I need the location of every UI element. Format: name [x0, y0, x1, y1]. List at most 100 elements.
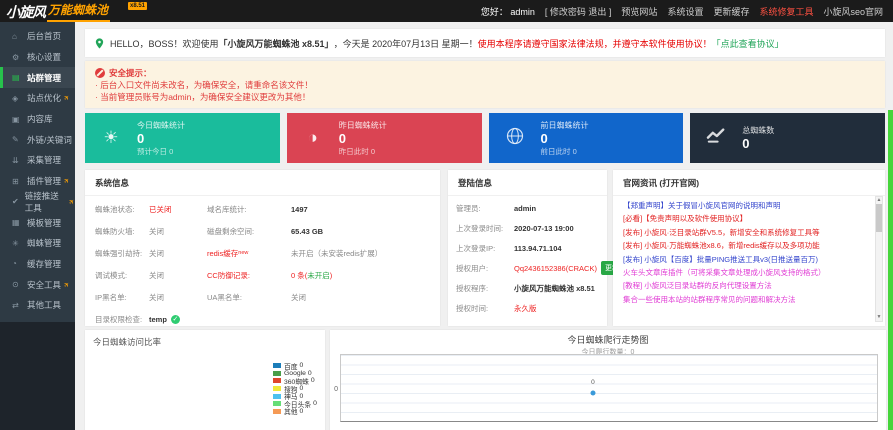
license-user: Qq2436152386(CRACK)	[514, 263, 597, 273]
keywords-icon: ✎	[12, 135, 19, 145]
trend-chart-title: 今日蜘蛛爬行走势图	[567, 335, 649, 345]
news-link[interactable]: [必看]【免责声明以及软件使用协议】	[623, 212, 871, 225]
sidebar-item-security-tools[interactable]: ⊙ 安全工具 ✈	[0, 274, 75, 295]
scrollbar-thumb[interactable]	[876, 204, 882, 232]
preview-site-link[interactable]: 预览网站	[621, 5, 657, 18]
check-icon: ✓	[170, 314, 180, 324]
sidebar-item-site-group[interactable]: ▤ 站群管理	[0, 67, 75, 89]
sidebar-item-spiders[interactable]: ✳ 蜘蛛管理	[0, 233, 75, 254]
topbar: 小旋风 万能蜘蛛池 x8.51 您好： admin [ 修改密码 退出 ] 预览…	[0, 0, 893, 22]
sidebar-item-templates[interactable]: ▦ 模板管理	[0, 212, 75, 233]
sys-label: 蜘蛛强引劫持:	[95, 248, 143, 258]
spider-icon: ✳	[12, 238, 19, 248]
system-repair-tool-link[interactable]: 系统修复工具	[759, 5, 813, 18]
stat-card-body: 前日蜘蛛统计 0 前日此时 0	[541, 120, 589, 157]
security-line: · 当前管理员账号为admin，为确保安全建议更改为其他！	[95, 92, 311, 102]
stat-sub: 前日此时 0	[540, 146, 577, 156]
sidebar-item-content-library[interactable]: ▣ 内容库	[0, 109, 75, 130]
globe-icon	[489, 127, 541, 150]
stat-card-body: 总蜘蛛数 0	[742, 125, 774, 151]
security-notice: 安全提示： · 后台入口文件尚未改名，为确保安全，请重命名该文件！ · 当前管理…	[85, 61, 885, 108]
sidebar-item-site-optimize[interactable]: ◈ 站点优化 ✈	[0, 88, 75, 109]
sidebar-item-cache[interactable]: ◔ 缓存管理	[0, 254, 75, 275]
template-icon: ▦	[12, 218, 20, 228]
sidebar-item-links-keywords[interactable]: ✎ 外链/关键词	[0, 129, 75, 150]
sidebar-item-label: 其他工具	[27, 300, 62, 311]
news-link[interactable]: 集合一些使用本站的站群程序常见的问题和解决方法	[623, 293, 871, 306]
trend-plot-area: 0	[340, 354, 878, 422]
stat-card-body: 今日蜘蛛统计 0 预计今日 0	[137, 120, 185, 157]
security-line: · 后台入口文件尚未改名，为确保安全，请重命名该文件！	[95, 80, 313, 90]
sys-label-redis[interactable]: redis缓存 new	[207, 242, 291, 264]
sidebar-item-plugins[interactable]: ⊞ 插件管理 ✈	[0, 171, 75, 192]
pie-legend: 百度 0 Google 0 360蜘蛛 0 搜狗 0 神马 0 今日头条 0 其…	[273, 362, 317, 417]
news-link[interactable]: [发布] 小旋风【百度】批量PING推送工具v3(日推送量百万)	[623, 253, 871, 266]
login-label: 上次登录时间:	[456, 223, 504, 233]
trend-icon	[690, 127, 742, 149]
sys-value-dir: temp ✓	[149, 308, 207, 330]
legend-swatch	[273, 378, 281, 384]
stat-sub: 昨日此时 0	[338, 146, 376, 156]
collect-icon: ⇊	[12, 155, 19, 165]
sidebar-item-link-push[interactable]: ✔ 链接推送工具 ✈	[0, 191, 77, 213]
sidebar-item-home[interactable]: ⌂ 后台首页	[0, 26, 75, 47]
app-window: 小旋风 万能蜘蛛池 x8.51 您好： admin [ 修改密码 退出 ] 预览…	[0, 0, 893, 430]
sidebar-item-label: 外链/关键词	[27, 134, 72, 145]
welcome-date: ，今天是 2020年07月13日 星期一！	[333, 38, 478, 49]
scroll-up-icon[interactable]: ▲	[876, 197, 882, 204]
sys-label: 磁盘剩余空间:	[207, 226, 255, 236]
news-link[interactable]: 【郑重声明】关于假冒小旋风官网的说明和声明	[623, 199, 871, 212]
sidebar-item-label: 缓存管理	[27, 258, 62, 269]
sys-label: 调试模式:	[95, 270, 128, 280]
sys-label: 蜘蛛池状态:	[95, 204, 135, 214]
sys-value: 关闭	[149, 292, 164, 302]
sidebar-item-other-tools[interactable]: ⇄ 其他工具	[0, 295, 75, 316]
stat-card-today: ☀ 今日蜘蛛统计 0 预计今日 0	[85, 113, 280, 163]
sys-value-cc: 0 条( 未开启 )	[291, 264, 430, 286]
sys-label	[207, 308, 291, 330]
news-scrollbar[interactable]: ▲ ▼	[875, 196, 883, 322]
pin-icon: ✈	[62, 94, 72, 104]
legend-swatch	[273, 370, 281, 376]
news-link[interactable]: [发布] 小旋风·万能蜘蛛池x8.6，新增redis缓存以及多项功能	[623, 239, 871, 252]
stat-value: 0	[540, 130, 548, 146]
official-site-link[interactable]: 小旋风seo官网	[823, 5, 883, 18]
legend-label: 其他	[284, 409, 298, 417]
welcome-text: HELLO，BOSS！欢迎使用	[110, 38, 219, 49]
security-icon: ⊙	[12, 280, 19, 290]
push-icon: ✔	[12, 197, 19, 207]
stat-card-yesterday: ◑ 昨日蜘蛛统计 0 昨日此时 0	[286, 113, 482, 163]
sidebar-item-core-settings[interactable]: ⚙ 核心设置	[0, 47, 75, 68]
security-notice-title: 安全提示：	[95, 67, 875, 79]
logo[interactable]: 小旋风 万能蜘蛛池 x8.51	[0, 1, 148, 22]
legend-value: 0	[313, 400, 317, 408]
cc-status: 未开启	[307, 270, 330, 280]
sidebar: ⌂ 后台首页 ⚙ 核心设置 ▤ 站群管理 ◈ 站点优化 ✈ ▣ 内容库 ✎ 外链…	[0, 22, 77, 430]
stat-cards: ☀ 今日蜘蛛统计 0 预计今日 0 ◑ 昨日蜘蛛统计 0 昨日此时 0 前日蜘蛛…	[85, 113, 885, 163]
system-settings-link[interactable]: 系统设置	[667, 5, 703, 18]
sys-value: 关闭	[291, 292, 306, 302]
login-info-table: 管理员: admin 上次登录时间: 2020-07-13 19:00 上次登录…	[448, 196, 623, 320]
open-official-site-link[interactable]: (打开官网)	[659, 178, 699, 188]
stat-value: 0	[742, 136, 750, 151]
location-pin-icon	[95, 37, 104, 49]
data-point	[590, 390, 596, 396]
news-link[interactable]: [发布] 小旋风·泛目录站群V5.5，新增安全和系统修复工具等	[623, 226, 871, 239]
legend-value: 0	[310, 377, 315, 385]
spider-ratio-chart-panel: 今日蜘蛛访问比率 百度 0 Google 0 360蜘蛛 0 搜狗 0 神马 0…	[85, 330, 325, 430]
change-password-logout-link[interactable]: [ 修改密码 退出 ]	[545, 5, 612, 18]
content-library-icon: ▣	[12, 114, 20, 124]
sidebar-item-collection[interactable]: ⇊ 采集管理	[0, 150, 75, 171]
refresh-cache-link[interactable]: 更新缓存	[713, 5, 749, 18]
login-value: 小旋风万能蜘蛛池 x8.51	[514, 283, 595, 293]
sys-label-cc[interactable]: CC防御记录:	[207, 264, 291, 286]
stat-label: 前日蜘蛛统计	[540, 120, 589, 130]
sys-value: 关闭	[149, 270, 164, 280]
agreement-link[interactable]: 「点此查看协议」	[712, 37, 784, 50]
sidebar-item-label: 蜘蛛管理	[27, 238, 62, 249]
sidebar-item-label: 站群管理	[27, 72, 62, 83]
news-link[interactable]: [教程] 小旋风泛目录站群的反向代理设置方法	[623, 279, 871, 292]
login-label: 上次登录IP:	[456, 243, 496, 253]
scroll-down-icon[interactable]: ▼	[876, 314, 882, 321]
news-link[interactable]: 火车头文章库插件（可将采集文章处理成小旋风支持的格式）	[623, 266, 871, 279]
